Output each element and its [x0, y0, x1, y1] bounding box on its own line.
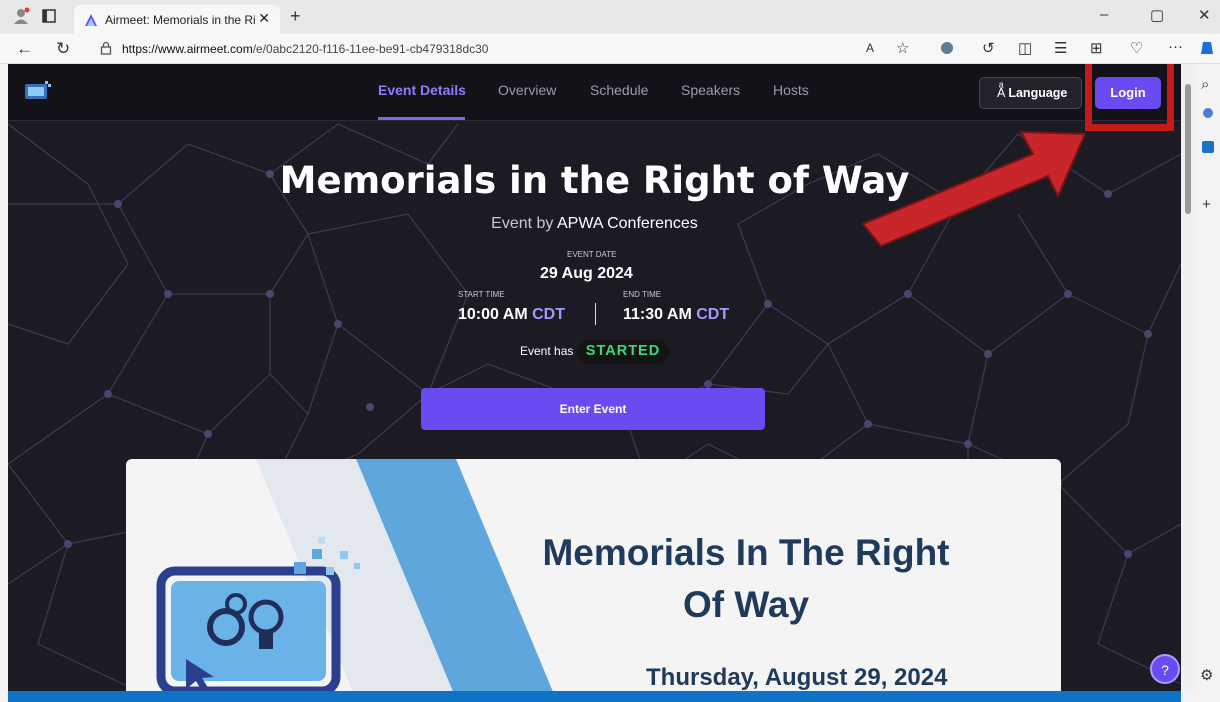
- start-time-label: START TIME: [458, 290, 505, 299]
- end-time: 11:30 AM: [623, 306, 692, 323]
- sidebar-settings-icon[interactable]: ⚙: [1200, 666, 1213, 684]
- favorite-star-icon[interactable]: ☆: [896, 39, 909, 57]
- end-time-label: END TIME: [623, 290, 662, 299]
- translate-icon: Aͣ: [997, 86, 1006, 100]
- sidebar-outlook-icon[interactable]: [1201, 140, 1215, 158]
- split-screen-icon[interactable]: ◫: [1018, 39, 1032, 57]
- scrollbar-thumb[interactable]: [1185, 84, 1191, 214]
- new-tab-button[interactable]: +: [290, 6, 301, 27]
- sidebar-add-icon[interactable]: +: [1202, 196, 1211, 213]
- tab-actions-icon[interactable]: [42, 9, 56, 27]
- nav-link-overview[interactable]: Overview: [498, 82, 556, 98]
- organizer-prefix: Event by: [491, 215, 554, 232]
- nav-link-speakers[interactable]: Speakers: [681, 82, 740, 98]
- page-scrollbar[interactable]: [1181, 64, 1195, 691]
- favorites-icon[interactable]: ☰: [1054, 39, 1067, 57]
- banner-title-line-2: Of Way: [682, 584, 810, 625]
- start-time: 10:00 AM: [458, 306, 528, 323]
- event-date-value: 29 Aug 2024: [540, 265, 633, 282]
- url-path: /e/0abc2120-f116-11ee-be91-cb479318dc30: [252, 42, 489, 56]
- nav-link-event-details[interactable]: Event Details: [378, 82, 466, 98]
- end-timezone: CDT: [696, 306, 730, 323]
- read-aloud-icon[interactable]: A: [866, 41, 874, 55]
- nav-link-schedule[interactable]: Schedule: [590, 82, 648, 98]
- address-bar: ← ↻ https://www.airmeet.com/e/0abc2120-f…: [0, 34, 1220, 64]
- sidebar-search-icon[interactable]: ⌕: [1201, 76, 1209, 93]
- event-status-badge: STARTED: [577, 340, 669, 364]
- event-date-label: EVENT DATE: [567, 250, 617, 259]
- url-host: https://www.airmeet.com: [122, 42, 253, 56]
- more-menu-button[interactable]: ···: [1168, 38, 1183, 55]
- browser-sidebar: ⌕ + ⚙: [1196, 64, 1220, 702]
- tab-close-icon[interactable]: ✕: [258, 10, 270, 27]
- browser-tab-active[interactable]: Airmeet: Memorials in the Right of Way ✕: [74, 5, 280, 34]
- banner-title-line-1: Memorials In The Right: [542, 532, 950, 573]
- start-timezone: CDT: [532, 306, 565, 323]
- language-button[interactable]: Aͣ Language: [979, 77, 1082, 109]
- annotation-highlight-box: [1085, 64, 1174, 131]
- time-separator: [595, 303, 596, 325]
- collections-icon[interactable]: ⊞: [1090, 39, 1103, 57]
- browser-tab-bar: Airmeet: Memorials in the Right of Way ✕…: [0, 0, 1220, 34]
- language-label: Language: [1008, 86, 1068, 100]
- active-tab-underline: [378, 117, 465, 120]
- help-button[interactable]: ?: [1150, 654, 1180, 684]
- enter-event-button[interactable]: Enter Event: [421, 388, 765, 430]
- event-nav-bar: Event Details Overview Schedule Speakers…: [8, 64, 1181, 121]
- reload-button[interactable]: ↻: [56, 39, 70, 59]
- annotation-arrow: [861, 130, 1087, 248]
- extension-icon[interactable]: [940, 41, 954, 59]
- airmeet-favicon-icon: [85, 14, 97, 26]
- organizer-name: APWA Conferences: [557, 215, 698, 232]
- sidebar-apps-icon[interactable]: [1202, 106, 1214, 123]
- refresh-extension-icon[interactable]: ↺: [982, 39, 995, 57]
- copilot-icon[interactable]: [1200, 40, 1214, 60]
- profile-icon[interactable]: [12, 7, 30, 29]
- end-time-value: 11:30 AM CDT: [623, 306, 729, 324]
- url-field[interactable]: https://www.airmeet.com/e/0abc2120-f116-…: [122, 42, 488, 56]
- event-banner-image: Memorials In The Right Of Way Thursday, …: [126, 459, 1061, 691]
- start-time-value: 10:00 AM CDT: [458, 306, 565, 324]
- airmeet-logo-icon[interactable]: [25, 81, 51, 106]
- event-status-prefix: Event has: [520, 344, 574, 358]
- window-close-button[interactable]: ✕: [1198, 6, 1211, 24]
- window-maximize-button[interactable]: ▢: [1150, 6, 1164, 24]
- nav-link-hosts[interactable]: Hosts: [773, 82, 809, 98]
- performance-icon[interactable]: ♡: [1130, 39, 1143, 57]
- tab-title: Airmeet: Memorials in the Right of Way: [105, 13, 255, 27]
- banner-date: Thursday, August 29, 2024: [646, 664, 948, 691]
- back-button[interactable]: ←: [16, 39, 33, 59]
- bottom-strip: [8, 691, 1181, 702]
- lock-icon[interactable]: [100, 41, 112, 59]
- window-minimize-button[interactable]: –: [1100, 6, 1108, 23]
- banner-title: Memorials In The Right Of Way: [496, 527, 996, 631]
- page-viewport: Event Details Overview Schedule Speakers…: [8, 64, 1181, 691]
